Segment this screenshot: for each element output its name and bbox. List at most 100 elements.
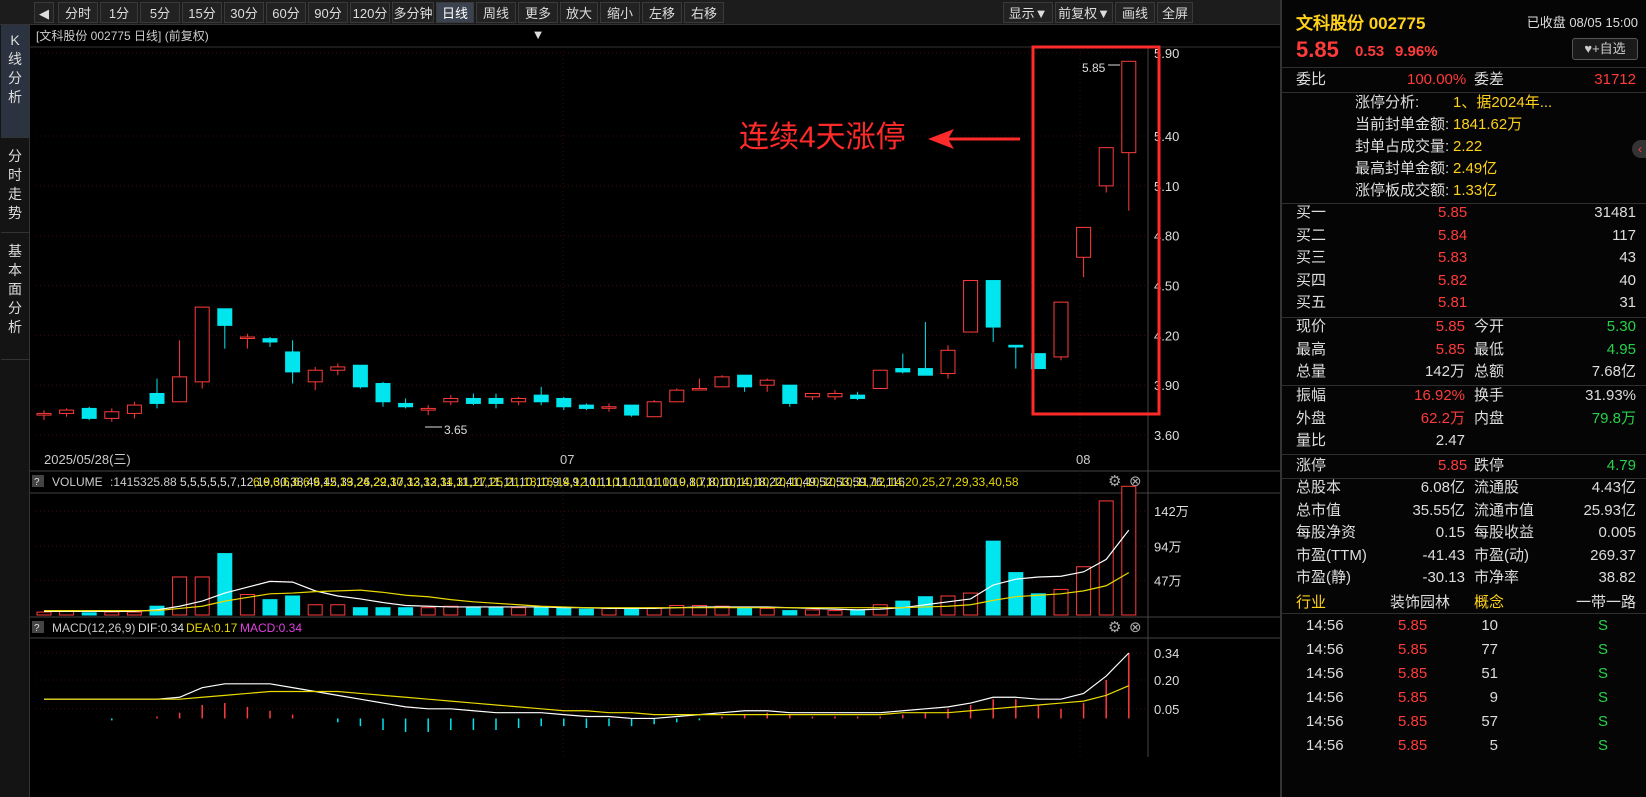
back-button[interactable]: ◀	[34, 2, 54, 23]
volume-bar	[601, 607, 617, 616]
side-tab-char: 分	[8, 70, 22, 86]
industry-value[interactable]: 装饰园林	[1390, 591, 1450, 615]
bid-label: 买三	[1296, 249, 1327, 266]
candle-body	[285, 351, 301, 373]
gear-icon[interactable]: ⚙	[1108, 619, 1121, 636]
gear-icon[interactable]: ⚙	[1108, 473, 1121, 490]
candle-body	[149, 392, 165, 404]
period-btn-0[interactable]: 分时	[58, 2, 98, 23]
volume-bar	[330, 604, 346, 616]
collapse-arrow-icon[interactable]: ‹	[1632, 140, 1646, 158]
trade-stat-label: 量比	[1296, 432, 1327, 449]
volume-bar	[352, 607, 368, 616]
volume-bar	[398, 607, 414, 616]
tick-volume: 9	[1489, 689, 1498, 706]
fund-label: 每股净资	[1296, 524, 1357, 541]
trade-stat-label: 振幅	[1296, 387, 1327, 404]
side-tab-1[interactable]: 分时走势	[1, 141, 29, 233]
stock-name: 文科股份 002775	[1296, 14, 1426, 33]
candle-body	[624, 404, 640, 416]
candle-body	[465, 397, 481, 404]
bid-volume: 43	[1619, 249, 1636, 266]
bid-row[interactable]: 买三 5.83 43	[1282, 246, 1646, 270]
fund-row: 市盈(TTM) -41.43 市盈(动) 269.37	[1282, 544, 1646, 568]
bid-volume: 117	[1612, 226, 1636, 244]
volume-label: VOLUME	[52, 475, 103, 489]
bid-row[interactable]: 买四 5.82 40	[1282, 269, 1646, 293]
toolbar-right-btn-1[interactable]: 前复权▼	[1055, 2, 1113, 23]
candle-body	[985, 280, 1001, 328]
period-btn-1[interactable]: 1分	[100, 2, 138, 23]
volume-value: :1415325.88	[110, 475, 177, 489]
tick-row: 14:56 5.85 77 S	[1282, 638, 1646, 662]
bid-row[interactable]: 买一 5.85 31481	[1282, 201, 1646, 225]
volume-bar	[375, 607, 391, 616]
period-btn-12[interactable]: 放大	[560, 2, 598, 23]
candle-body	[239, 336, 255, 340]
stat-value-2: 5.30	[1606, 318, 1636, 335]
candle-body	[917, 368, 933, 376]
tick-time: 14:56	[1306, 617, 1344, 634]
period-btn-5[interactable]: 60分	[266, 2, 306, 23]
limit-up-value: 5.85	[1438, 457, 1468, 474]
toolbar-right-btn-0[interactable]: 显示▼	[1003, 2, 1053, 23]
bid-row[interactable]: 买五 5.81 31	[1282, 291, 1646, 315]
bid-label: 买五	[1296, 294, 1327, 311]
candle-body	[850, 394, 866, 399]
fund-value: 0.15	[1435, 524, 1465, 541]
candle-body	[556, 397, 572, 408]
close-icon[interactable]: ⊗	[1129, 619, 1142, 636]
toolbar-right-btn-3[interactable]: 全屏	[1157, 2, 1193, 23]
limit-down-label: 跌停	[1474, 457, 1505, 474]
period-btn-4[interactable]: 30分	[224, 2, 264, 23]
period-btn-6[interactable]: 90分	[308, 2, 348, 23]
period-btn-14[interactable]: 左移	[642, 2, 682, 23]
side-tab-2[interactable]: 基本面分析	[1, 236, 29, 360]
toolbar-right-btn-2[interactable]: 画线	[1115, 2, 1155, 23]
volume-bar	[262, 599, 278, 616]
period-btn-7[interactable]: 120分	[350, 2, 390, 23]
limit-info-row: 最高封单金额: 2.49亿	[1282, 158, 1646, 180]
limit-info-label: 最高封单金额:	[1355, 160, 1450, 177]
period-btn-9[interactable]: 日线	[436, 2, 474, 23]
period-btn-11[interactable]: 更多▼	[518, 2, 558, 42]
side-tab-0[interactable]: K线分析	[1, 25, 29, 138]
macd-tick: 0.34	[1154, 646, 1179, 661]
bid-price: 5.83	[1438, 249, 1468, 266]
tick-row: 14:56 5.85 51 S	[1282, 662, 1646, 686]
fund-value: -41.43	[1422, 546, 1465, 564]
add-watchlist-button[interactable]: ♥+自选	[1572, 38, 1638, 60]
trade-stat-value: 16.92%	[1414, 387, 1465, 404]
fund-label: 总股本	[1296, 479, 1342, 496]
bid-row[interactable]: 买二 5.84 117	[1282, 224, 1646, 248]
limit-info-label: 涨停分析:	[1355, 94, 1420, 111]
candle-body	[36, 412, 52, 416]
tick-price: 5.85	[1398, 641, 1428, 658]
fund-value-2: 38.82	[1598, 569, 1636, 586]
tick-side: S	[1597, 641, 1608, 658]
quote-panel: 文科股份 002775 已收盘 08/05 15:00 5.85 0.53 9.…	[1280, 0, 1646, 797]
fund-label: 市盈(静)	[1296, 569, 1351, 586]
trade-stat-label-2: 换手	[1474, 387, 1505, 404]
volume-bar	[578, 608, 594, 616]
period-btn-8[interactable]: 多分钟	[392, 2, 434, 23]
period-btn-13[interactable]: 缩小	[600, 2, 640, 23]
limit-info-label: 当前封单金额:	[1355, 116, 1450, 133]
volume-bar	[804, 609, 820, 616]
last-price: 5.85	[1296, 37, 1339, 62]
candle-body	[1053, 301, 1069, 358]
svg-text:?: ?	[34, 477, 40, 488]
period-btn-10[interactable]: 周线	[476, 2, 516, 23]
stat-row: 总量 142万 总额 7.68亿	[1282, 360, 1646, 384]
volume-bar	[126, 611, 142, 616]
bid-volume: 31	[1619, 294, 1636, 311]
period-btn-3[interactable]: 15分	[182, 2, 222, 23]
candle-body	[511, 397, 527, 403]
candles	[36, 60, 1137, 422]
period-btn-15[interactable]: 右移	[684, 2, 724, 23]
macd-dea-line	[44, 685, 1130, 716]
macd-dif: DIF:0.34	[138, 621, 184, 635]
concept-value[interactable]: 一带一路	[1576, 591, 1636, 615]
period-btn-2[interactable]: 5分	[140, 2, 180, 23]
candle-body	[352, 364, 368, 388]
